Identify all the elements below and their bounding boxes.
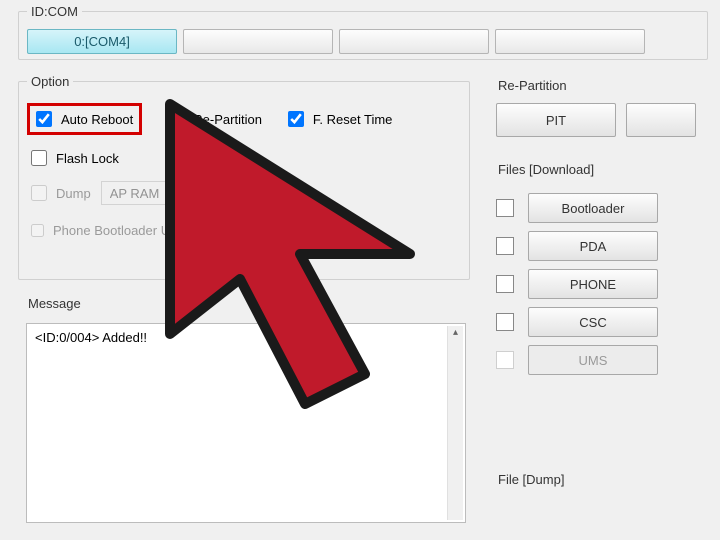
message-scrollbar[interactable]: ▴: [447, 326, 463, 520]
auto-reboot-label: Auto Reboot: [61, 112, 133, 127]
phone-bootloader-row: Phone Bootloader Update: [27, 221, 461, 240]
com-slot-1[interactable]: [183, 29, 333, 54]
com-slot-2[interactable]: [339, 29, 489, 54]
f-reset-time-label: F. Reset Time: [313, 112, 392, 127]
file-check-pda[interactable]: [496, 237, 514, 255]
re-partition-input[interactable]: [168, 111, 184, 127]
f-reset-time-checkbox[interactable]: F. Reset Time: [284, 108, 392, 130]
flash-lock-label: Flash Lock: [56, 151, 119, 166]
f-reset-time-input[interactable]: [288, 111, 304, 127]
flash-lock-checkbox[interactable]: Flash Lock: [27, 147, 119, 169]
bootloader-button[interactable]: Bootloader: [528, 193, 658, 223]
file-check-bootloader[interactable]: [496, 199, 514, 217]
message-legend: Message: [24, 296, 85, 311]
file-check-ums: [496, 351, 514, 369]
phone-button[interactable]: PHONE: [528, 269, 658, 299]
file-row-pda: PDA: [496, 231, 716, 261]
com-slot-row: 0:[COM4]: [27, 29, 699, 54]
filedump-legend: File [Dump]: [494, 472, 568, 487]
idcom-panel: ID:COM 0:[COM4]: [18, 4, 708, 60]
dump-row: Dump AP RAM: [27, 181, 461, 205]
dump-select: AP RAM: [101, 181, 221, 205]
dump-input: [31, 185, 47, 201]
option-legend: Option: [27, 74, 73, 89]
auto-reboot-checkbox[interactable]: Auto Reboot: [32, 108, 133, 130]
phone-bootloader-label: Phone Bootloader Update: [53, 223, 203, 238]
com-slot-0[interactable]: 0:[COM4]: [27, 29, 177, 54]
idcom-legend: ID:COM: [27, 4, 82, 19]
pit-row: PIT: [496, 103, 716, 137]
message-textarea[interactable]: <ID:0/004> Added!! ▴: [26, 323, 466, 523]
re-partition-label: Re-Partition: [193, 112, 262, 127]
option-row-2: Flash Lock: [27, 147, 461, 169]
file-check-phone[interactable]: [496, 275, 514, 293]
pit-button[interactable]: PIT: [496, 103, 616, 137]
phone-bootloader-input: [31, 224, 44, 237]
file-row-ums: UMS: [496, 345, 716, 375]
dump-label: Dump: [56, 186, 91, 201]
files-legend: Files [Download]: [494, 162, 598, 177]
com-slot-3[interactable]: [495, 29, 645, 54]
pit-aux-button[interactable]: [626, 103, 696, 137]
file-check-csc[interactable]: [496, 313, 514, 331]
repartition-legend: Re-Partition: [494, 78, 571, 93]
csc-button[interactable]: CSC: [528, 307, 658, 337]
file-row-phone: PHONE: [496, 269, 716, 299]
scroll-up-icon[interactable]: ▴: [453, 326, 458, 340]
pda-button[interactable]: PDA: [528, 231, 658, 261]
ums-button: UMS: [528, 345, 658, 375]
message-panel: Message <ID:0/004> Added!! ▴: [18, 296, 474, 528]
file-row-bootloader: Bootloader: [496, 193, 716, 223]
message-text: <ID:0/004> Added!!: [35, 330, 147, 345]
re-partition-checkbox[interactable]: Re-Partition: [164, 108, 262, 130]
dump-checkbox: Dump: [27, 182, 91, 204]
files-panel: Files [Download] Bootloader PDA PHONE CS…: [488, 162, 720, 462]
auto-reboot-highlight: Auto Reboot: [27, 103, 142, 135]
repartition-panel: Re-Partition PIT: [488, 78, 720, 152]
option-row-1: Auto Reboot Re-Partition F. Reset Time: [27, 103, 461, 135]
option-panel: Option Auto Reboot Re-Partition F. Reset…: [18, 74, 470, 280]
auto-reboot-input[interactable]: [36, 111, 52, 127]
flash-lock-input[interactable]: [31, 150, 47, 166]
filedump-panel: File [Dump]: [488, 472, 720, 528]
file-row-csc: CSC: [496, 307, 716, 337]
